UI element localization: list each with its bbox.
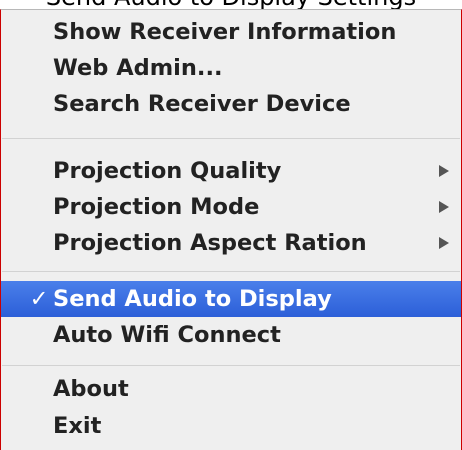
menu-item-exit[interactable]: Exit xyxy=(1,408,461,444)
submenu-arrow-icon xyxy=(439,165,449,177)
menu-item-label: Show Receiver Information xyxy=(53,19,397,45)
menu-separator xyxy=(2,271,460,272)
checkmark-icon: ✓ xyxy=(29,286,49,312)
menu-item-about[interactable]: About xyxy=(1,371,461,407)
menu-item-label: Send Audio to Display xyxy=(53,286,332,312)
menu-item-label: Projection Quality xyxy=(53,158,282,184)
menu-separator xyxy=(2,365,460,366)
menu-item-search-receiver-device[interactable]: Search Receiver Device xyxy=(1,86,461,122)
context-menu: Show Receiver Information Web Admin... S… xyxy=(0,9,462,450)
menu-item-projection-aspect-ration[interactable]: Projection Aspect Ration xyxy=(1,225,461,261)
menu-item-label: About xyxy=(53,376,129,402)
menu-item-show-receiver-information[interactable]: Show Receiver Information xyxy=(1,14,461,50)
menu-item-label: Projection Mode xyxy=(53,194,260,220)
menu-item-label: Auto Wifi Connect xyxy=(53,322,281,348)
submenu-arrow-icon xyxy=(439,237,449,249)
menu-item-projection-quality[interactable]: Projection Quality xyxy=(1,153,461,189)
menu-item-auto-wifi-connect[interactable]: Auto Wifi Connect xyxy=(1,317,461,353)
menu-item-web-admin[interactable]: Web Admin... xyxy=(1,50,461,86)
menu-item-projection-mode[interactable]: Projection Mode xyxy=(1,189,461,225)
menu-item-label: Search Receiver Device xyxy=(53,91,351,117)
menu-item-label: Exit xyxy=(53,413,102,439)
menu-item-send-audio-to-display[interactable]: ✓ Send Audio to Display xyxy=(1,281,461,317)
background-title-text: Send Audio to Display Settings xyxy=(0,0,462,9)
menu-item-label: Web Admin... xyxy=(53,55,223,81)
menu-separator xyxy=(2,138,460,139)
menu-item-label: Projection Aspect Ration xyxy=(53,230,367,256)
submenu-arrow-icon xyxy=(439,201,449,213)
